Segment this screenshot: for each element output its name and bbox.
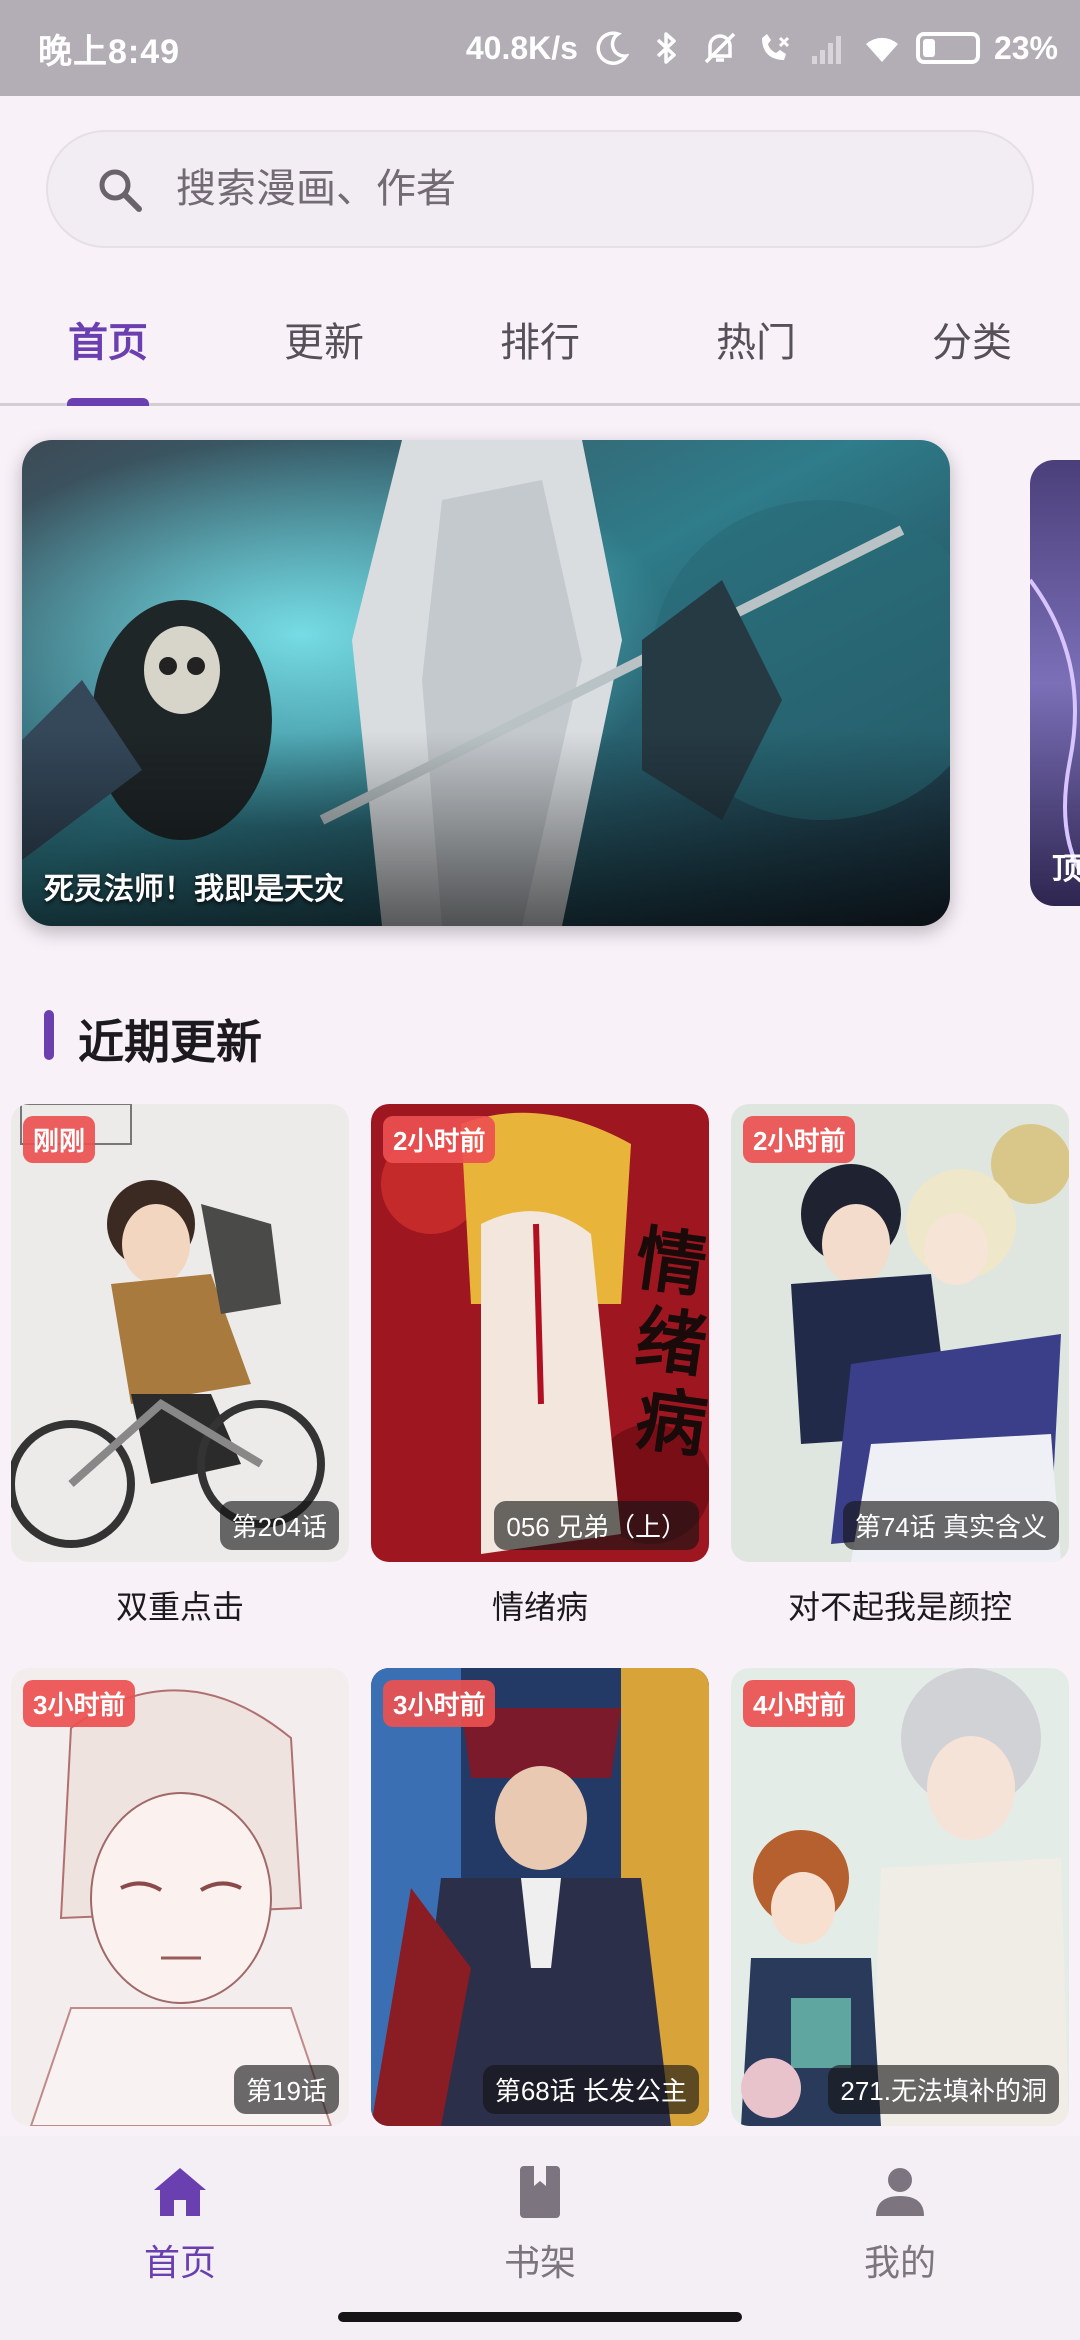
tab-home[interactable]: 首页	[33, 310, 183, 406]
nav-profile[interactable]: 我的	[800, 2160, 1000, 2290]
latest-chapter: 056 兄弟（上）	[494, 1501, 699, 1550]
latest-chapter: 第74话 真实含义	[842, 1501, 1059, 1550]
cover-image	[11, 1668, 349, 2126]
section-title: 近期更新	[78, 1016, 262, 1068]
banner-next-image	[1030, 460, 1080, 906]
latest-chapter: 第19话	[234, 2065, 339, 2114]
net-speed: 40.8K/s	[465, 29, 578, 66]
banner-current[interactable]: 死灵法师！我即是天灾	[22, 440, 950, 926]
tab-indicator	[67, 398, 149, 406]
tab-ranking[interactable]: 排行	[465, 310, 615, 406]
update-time-badge: 刚刚	[23, 1116, 96, 1163]
bell-off-icon	[700, 28, 740, 68]
comic-title[interactable]: 情绪病	[371, 1582, 709, 1628]
wifi-icon	[862, 28, 902, 68]
search-icon	[99, 169, 142, 212]
tab-category[interactable]: 分类	[897, 310, 1047, 406]
banner-next-title: 顶级	[1052, 853, 1080, 886]
nav-profile-label: 我的	[863, 2242, 936, 2283]
status-icons: 40.8K/s 23%	[466, 22, 1058, 74]
svg-text:绪: 绪	[631, 1300, 709, 1387]
banner-carousel[interactable]: 死灵法师！我即是天灾 顶级	[0, 406, 1080, 960]
banner-image	[22, 440, 950, 926]
nav-bookshelf-label: 书架	[503, 2242, 576, 2283]
nav-home-label: 首页	[143, 2242, 216, 2283]
nav-bookshelf[interactable]: 书架	[440, 2160, 640, 2290]
signal-icon	[808, 28, 848, 68]
battery-percent: 23%	[993, 29, 1058, 66]
comic-cover[interactable]: 3小时前 第19话	[11, 1668, 349, 2126]
latest-chapter: 271.无法填补的洞	[828, 2065, 1059, 2114]
battery-icon	[915, 32, 980, 64]
status-bar: 晚上8:49 40.8K/s 23%	[0, 0, 1080, 96]
svg-text:病: 病	[631, 1380, 709, 1467]
svg-text:情: 情	[631, 1221, 709, 1307]
update-time-badge: 3小时前	[383, 1680, 496, 1727]
comic-cover[interactable]: 3小时前 第68话 长发公主	[371, 1668, 709, 2126]
call-icon	[754, 28, 794, 68]
cover-image	[11, 1104, 349, 1562]
search-input[interactable]	[176, 132, 996, 246]
latest-chapter: 第68话 长发公主	[482, 2065, 699, 2114]
section-accent-bar	[44, 1010, 54, 1060]
cover-image	[731, 1668, 1069, 2126]
person-icon	[876, 2168, 924, 2216]
bottom-nav: 首页 书架 我的	[0, 2136, 1080, 2340]
comic-card[interactable]: 2小时前 第74话 真实含义 对不起我是颜控	[731, 1104, 1069, 1628]
battery-level	[922, 39, 935, 57]
cover-image	[731, 1104, 1069, 1562]
comic-card[interactable]: 3小时前 第68话 长发公主	[371, 1668, 709, 2146]
bluetooth-icon	[646, 28, 686, 68]
update-time-badge: 4小时前	[743, 1680, 856, 1727]
moon-icon	[592, 28, 632, 68]
comic-cover[interactable]: 4小时前 271.无法填补的洞	[731, 1668, 1069, 2126]
comic-card[interactable]: 3小时前 第19话	[11, 1668, 349, 2146]
cover-image	[371, 1668, 709, 2126]
comic-title[interactable]: 双重点击	[11, 1582, 349, 1628]
comic-cover[interactable]: 刚刚 第204话	[11, 1104, 349, 1562]
tab-updates[interactable]: 更新	[249, 310, 399, 406]
search-bar[interactable]	[46, 130, 1034, 248]
comic-cover[interactable]: 情 绪 病 2小时前 056 兄弟（上）	[371, 1104, 709, 1562]
home-icon	[154, 2168, 206, 2216]
bookshelf-icon	[520, 2166, 560, 2218]
comic-cover[interactable]: 2小时前 第74话 真实含义	[731, 1104, 1069, 1562]
update-time-badge: 2小时前	[383, 1116, 496, 1163]
nav-home[interactable]: 首页	[80, 2160, 280, 2290]
comic-card[interactable]: 刚刚 第204话 双重点击	[11, 1104, 349, 1628]
app-root: 晚上8:49 40.8K/s 23% 搜索漫画、作者 首页 更新 排行 热门 分…	[0, 0, 1080, 2340]
update-time-badge: 2小时前	[743, 1116, 856, 1163]
status-time: 晚上8:49	[38, 33, 181, 71]
update-time-badge: 3小时前	[23, 1680, 136, 1727]
banner-title: 死灵法师！我即是天灾	[44, 873, 344, 906]
comic-card[interactable]: 情 绪 病 2小时前 056 兄弟（上） 情绪病	[371, 1104, 709, 1628]
banner-next[interactable]: 顶级	[1030, 460, 1080, 906]
latest-chapter: 第204话	[219, 1501, 339, 1550]
top-tabs: 首页 更新 排行 热门 分类	[0, 290, 1080, 406]
cover-image: 情 绪 病	[371, 1104, 709, 1562]
comic-title[interactable]: 对不起我是颜控	[731, 1582, 1069, 1628]
comic-card[interactable]: 4小时前 271.无法填补的洞	[731, 1668, 1069, 2146]
tab-popular[interactable]: 热门	[681, 310, 831, 406]
home-indicator[interactable]	[338, 2312, 742, 2322]
